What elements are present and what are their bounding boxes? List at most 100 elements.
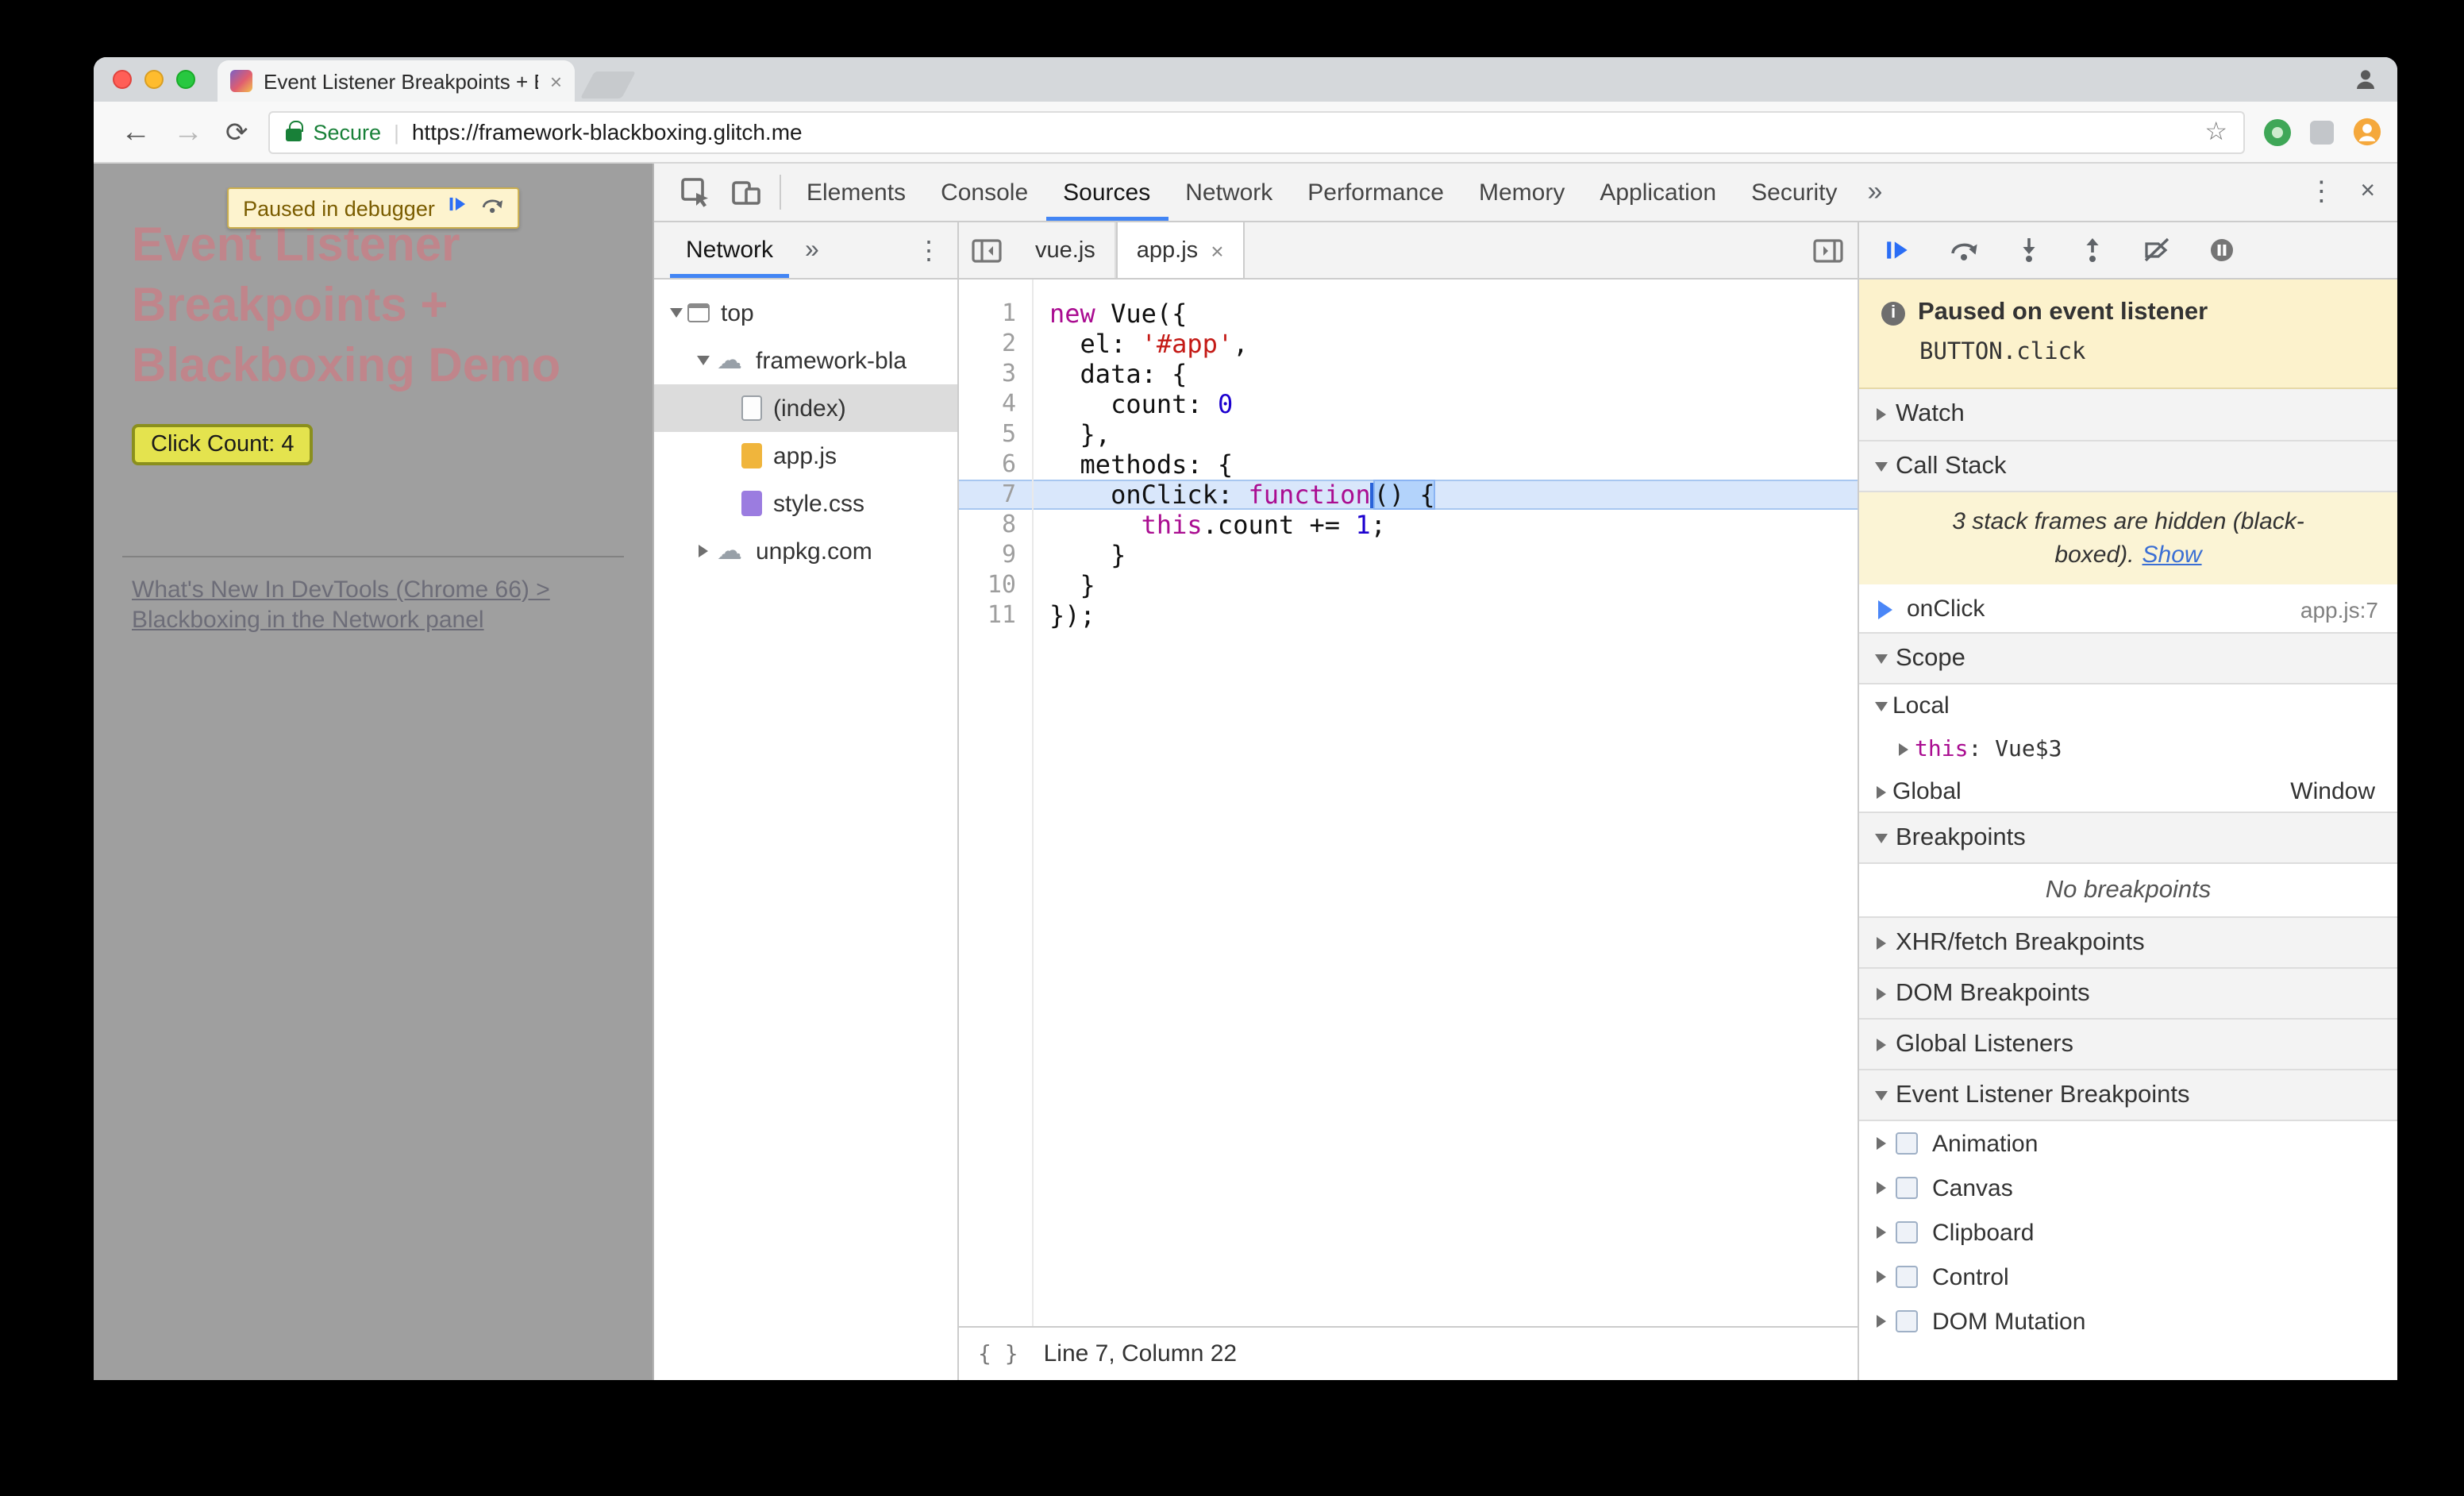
line-number[interactable]: 3 <box>959 359 1032 389</box>
tree-item-top[interactable]: top <box>654 289 957 337</box>
show-blackboxed-link[interactable]: Show <box>2143 542 2202 569</box>
code-line-2[interactable]: 2 el: '#app', <box>959 329 1858 359</box>
extension-icon-gray[interactable] <box>2310 120 2334 144</box>
devtools-close-icon[interactable]: × <box>2350 178 2397 206</box>
click-count-button[interactable]: Click Count: 4 <box>132 424 314 465</box>
event-category-canvas[interactable]: Canvas <box>1859 1166 2397 1210</box>
tree-item-index[interactable]: (index) <box>654 384 957 432</box>
line-number[interactable]: 11 <box>959 600 1032 630</box>
checkbox[interactable] <box>1896 1310 1918 1332</box>
device-toolbar-icon[interactable] <box>730 176 762 208</box>
line-number[interactable]: 9 <box>959 540 1032 570</box>
line-number[interactable]: 2 <box>959 329 1032 359</box>
link-line[interactable]: Blackboxing in the Network panel <box>132 605 614 635</box>
tab-close-icon[interactable]: × <box>550 69 562 93</box>
link-line[interactable]: What's New In DevTools (Chrome 66) > <box>132 575 614 605</box>
zoom-window-button[interactable] <box>176 70 195 89</box>
reload-button[interactable]: ⟳ <box>225 118 248 145</box>
code-line-9[interactable]: 9 } <box>959 540 1858 570</box>
tree-item-unpkg-com[interactable]: unpkg.com <box>654 527 957 575</box>
section-event-listener-breakpoints[interactable]: Event Listener Breakpoints <box>1859 1069 2397 1121</box>
browser-tab[interactable]: Event Listener Breakpoints + B × <box>218 60 575 102</box>
line-number[interactable]: 1 <box>959 299 1032 329</box>
expand-icon[interactable] <box>1869 1121 1892 1166</box>
event-category-clipboard[interactable]: Clipboard <box>1859 1210 2397 1255</box>
section-call-stack[interactable]: Call Stack <box>1859 440 2397 492</box>
checkbox[interactable] <box>1896 1221 1918 1243</box>
resume-icon[interactable] <box>1885 237 1912 264</box>
inspect-icon[interactable] <box>680 176 711 208</box>
expand-icon[interactable] <box>1869 1255 1892 1299</box>
navigator-tab-network[interactable]: Network <box>670 222 789 278</box>
code-line-7[interactable]: 7 onClick: function() { <box>959 480 1858 510</box>
deactivate-breakpoints-icon[interactable] <box>2143 237 2170 264</box>
close-window-button[interactable] <box>113 70 132 89</box>
tree-arrow-icon[interactable] <box>691 527 714 575</box>
expand-icon[interactable] <box>1869 770 1892 813</box>
devtools-tab-memory[interactable]: Memory <box>1461 164 1582 221</box>
code-line-3[interactable]: 3 data: { <box>959 359 1858 389</box>
avatar-icon[interactable] <box>2353 118 2381 146</box>
extension-icon-green[interactable] <box>2264 118 2291 145</box>
devtools-tab-performance[interactable]: Performance <box>1290 164 1461 221</box>
step-over-icon[interactable] <box>1950 238 1978 262</box>
event-category-animation[interactable]: Animation <box>1859 1121 2397 1166</box>
tab-close-icon[interactable]: × <box>1211 237 1223 263</box>
banner-step-over-icon[interactable] <box>481 194 503 222</box>
section-watch[interactable]: Watch <box>1859 389 2397 441</box>
tree-arrow-icon[interactable] <box>664 289 687 337</box>
line-number[interactable]: 10 <box>959 570 1032 600</box>
code-line-1[interactable]: 1 new Vue({ <box>959 299 1858 329</box>
tree-item-framework-bla[interactable]: framework-bla <box>654 337 957 384</box>
devtools-tab-sources[interactable]: Sources <box>1045 164 1168 221</box>
frame-location[interactable]: app.js:7 <box>2300 596 2378 622</box>
checkbox[interactable] <box>1896 1266 1918 1288</box>
checkbox[interactable] <box>1896 1177 1918 1199</box>
back-button[interactable]: ← <box>121 117 151 147</box>
devtools-tab-security[interactable]: Security <box>1734 164 1854 221</box>
scope-this-row[interactable]: this: Vue$3 <box>1859 727 2397 770</box>
section-breakpoints[interactable]: Breakpoints <box>1859 812 2397 864</box>
line-number[interactable]: 7 <box>959 480 1032 510</box>
code-line-6[interactable]: 6 methods: { <box>959 449 1858 480</box>
url-text[interactable]: https://framework-blackboxing.glitch.me <box>412 119 803 145</box>
navigator-more-tabs-chevron[interactable]: » <box>805 236 819 264</box>
tree-arrow-icon[interactable] <box>691 337 714 384</box>
section-global-listeners[interactable]: Global Listeners <box>1859 1018 2397 1070</box>
devtools-tab-application[interactable]: Application <box>1582 164 1734 221</box>
expand-icon[interactable] <box>1891 727 1915 770</box>
code-line-5[interactable]: 5 }, <box>959 419 1858 449</box>
checkbox[interactable] <box>1896 1132 1918 1155</box>
pause-on-exceptions-icon[interactable] <box>2208 237 2235 264</box>
expand-icon[interactable] <box>1869 1299 1892 1344</box>
line-number[interactable]: 4 <box>959 389 1032 419</box>
line-number[interactable]: 6 <box>959 449 1032 480</box>
devtools-tab-network[interactable]: Network <box>1168 164 1290 221</box>
call-stack-frame[interactable]: onClick app.js:7 <box>1859 584 2397 634</box>
bookmark-star-icon[interactable]: ☆ <box>2204 116 2227 148</box>
step-into-icon[interactable] <box>2016 237 2042 264</box>
forward-button[interactable]: → <box>173 117 203 147</box>
tree-item-app-js[interactable]: app.js <box>654 432 957 480</box>
profile-icon[interactable] <box>2353 67 2378 100</box>
code-editor[interactable]: 1 new Vue({2 el: '#app', 3 data: {4 count:… <box>959 280 1858 1326</box>
line-number[interactable]: 8 <box>959 510 1032 540</box>
expand-icon[interactable] <box>1869 1210 1892 1255</box>
scope-local-row[interactable]: Local <box>1859 684 2397 727</box>
banner-resume-icon[interactable] <box>448 194 468 222</box>
section-scope[interactable]: Scope <box>1859 632 2397 684</box>
devtools-menu-icon[interactable]: ⋮ <box>2292 176 2350 208</box>
address-bar[interactable]: Secure | https://framework-blackboxing.g… <box>268 110 2245 153</box>
section-xhr-breakpoints[interactable]: XHR/fetch Breakpoints <box>1859 916 2397 969</box>
code-line-4[interactable]: 4 count: 0 <box>959 389 1858 419</box>
editor-tab-vue-js[interactable]: vue.js <box>1016 222 1116 278</box>
editor-tab-app-js[interactable]: app.js × <box>1115 222 1245 278</box>
navigator-menu-icon[interactable]: ⋮ <box>916 234 941 266</box>
event-category-dom-mutation[interactable]: DOM Mutation <box>1859 1299 2397 1344</box>
line-number[interactable]: 5 <box>959 419 1032 449</box>
new-tab-button[interactable] <box>579 71 637 98</box>
devtools-article-link[interactable]: What's New In DevTools (Chrome 66) > Bla… <box>132 575 614 635</box>
minimize-window-button[interactable] <box>144 70 164 89</box>
more-tabs-chevron[interactable]: » <box>1855 176 1896 208</box>
section-dom-breakpoints[interactable]: DOM Breakpoints <box>1859 967 2397 1020</box>
